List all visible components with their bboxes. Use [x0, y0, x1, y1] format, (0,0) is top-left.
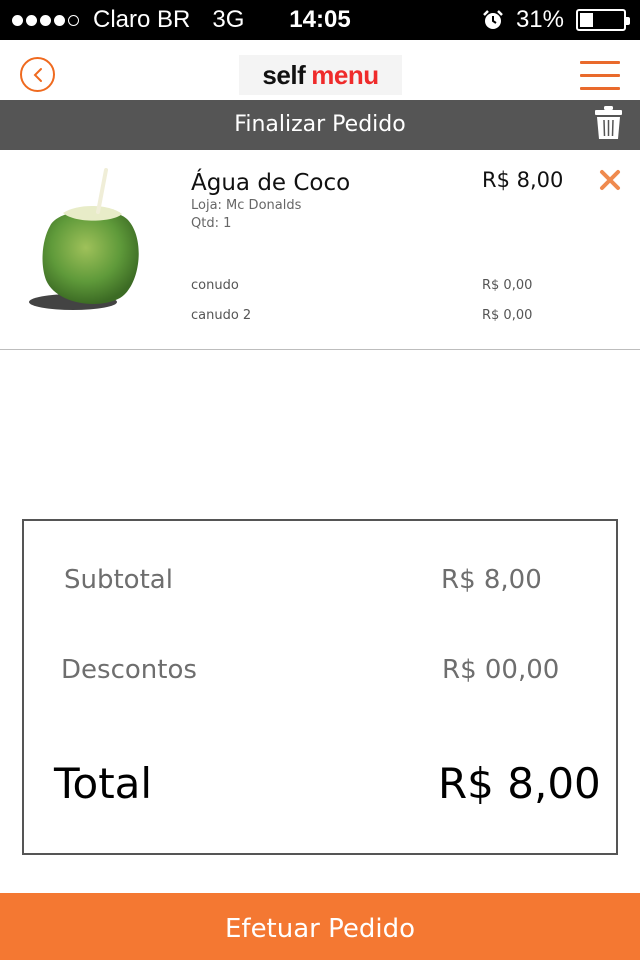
total-value: R$ 8,00	[438, 759, 601, 808]
logo-self-text: self	[262, 59, 306, 90]
menu-line-icon	[580, 61, 620, 64]
order-item: Água de Coco Loja: Mc Donalds Qtd: 1 R$ …	[0, 150, 640, 350]
chevron-left-icon	[33, 68, 42, 82]
status-bar: Claro BR 3G 14:05 31%	[0, 0, 640, 40]
extra-price: R$ 0,00	[482, 278, 533, 293]
submit-order-button[interactable]: Efetuar Pedido	[0, 893, 640, 960]
discounts-label: Descontos	[61, 655, 197, 685]
order-summary: Subtotal R$ 8,00 Descontos R$ 00,00 Tota…	[22, 519, 618, 855]
close-x-icon[interactable]	[598, 168, 622, 192]
subtotal-label: Subtotal	[64, 565, 173, 595]
status-right: 31%	[482, 0, 630, 40]
total-label: Total	[54, 759, 153, 808]
trash-icon[interactable]	[595, 106, 622, 140]
product-store: Loja: Mc Donalds	[191, 198, 302, 213]
hamburger-menu-button[interactable]	[580, 61, 620, 91]
back-button[interactable]	[20, 57, 55, 92]
subtotal-value: R$ 8,00	[441, 565, 542, 595]
list-item: conudo R$ 0,00	[191, 278, 551, 296]
battery-icon	[576, 9, 630, 31]
extra-name: conudo	[191, 278, 239, 293]
product-name: Água de Coco	[191, 170, 351, 196]
app-header: self menu	[0, 40, 640, 100]
menu-line-icon	[580, 87, 620, 90]
app-logo: self menu	[239, 55, 402, 95]
discounts-value: R$ 00,00	[442, 655, 560, 685]
page-title: Finalizar Pedido	[234, 112, 406, 137]
alarm-clock-icon	[483, 10, 503, 29]
battery-percent: 31%	[515, 6, 564, 33]
menu-line-icon	[580, 74, 620, 77]
battery-level	[580, 13, 593, 27]
extra-price: R$ 0,00	[482, 308, 533, 323]
title-bar: Finalizar Pedido	[0, 100, 640, 150]
coconut-water-image	[29, 168, 139, 310]
product-quantity: Qtd: 1	[191, 216, 232, 231]
extra-name: canudo 2	[191, 308, 252, 323]
logo-menu-text: menu	[311, 59, 379, 90]
product-price: R$ 8,00	[482, 168, 564, 192]
list-item: canudo 2 R$ 0,00	[191, 308, 551, 326]
